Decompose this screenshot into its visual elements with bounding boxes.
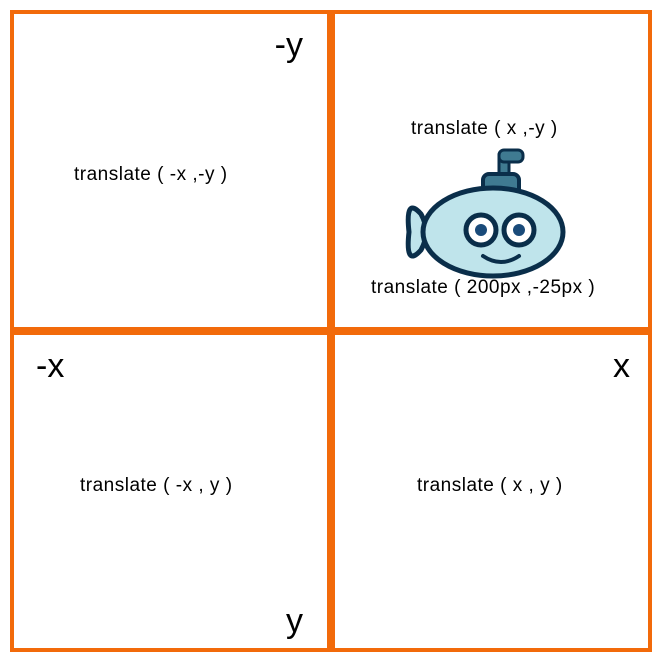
submarine-icon bbox=[403, 144, 573, 284]
axis-neg-x: -x bbox=[36, 349, 64, 383]
quadrant-top-left: -y translate ( -x ,-y ) bbox=[10, 10, 331, 331]
axis-neg-y: -y bbox=[275, 28, 303, 62]
example-top-right: translate ( 200px ,-25px ) bbox=[371, 277, 595, 299]
quadrant-bottom-left: -x translate ( -x , y ) y bbox=[10, 331, 331, 652]
quadrant-top-right: translate ( x ,-y ) translate ( 200px ,-… bbox=[331, 10, 652, 331]
quadrant-bottom-right: x translate ( x , y ) bbox=[331, 331, 652, 652]
formula-bottom-right: translate ( x , y ) bbox=[417, 475, 563, 497]
axis-pos-y: y bbox=[286, 604, 303, 638]
formula-top-right: translate ( x ,-y ) bbox=[411, 118, 558, 140]
formula-top-left: translate ( -x ,-y ) bbox=[74, 164, 228, 186]
axis-pos-x: x bbox=[613, 349, 630, 383]
formula-bottom-left: translate ( -x , y ) bbox=[80, 475, 233, 497]
